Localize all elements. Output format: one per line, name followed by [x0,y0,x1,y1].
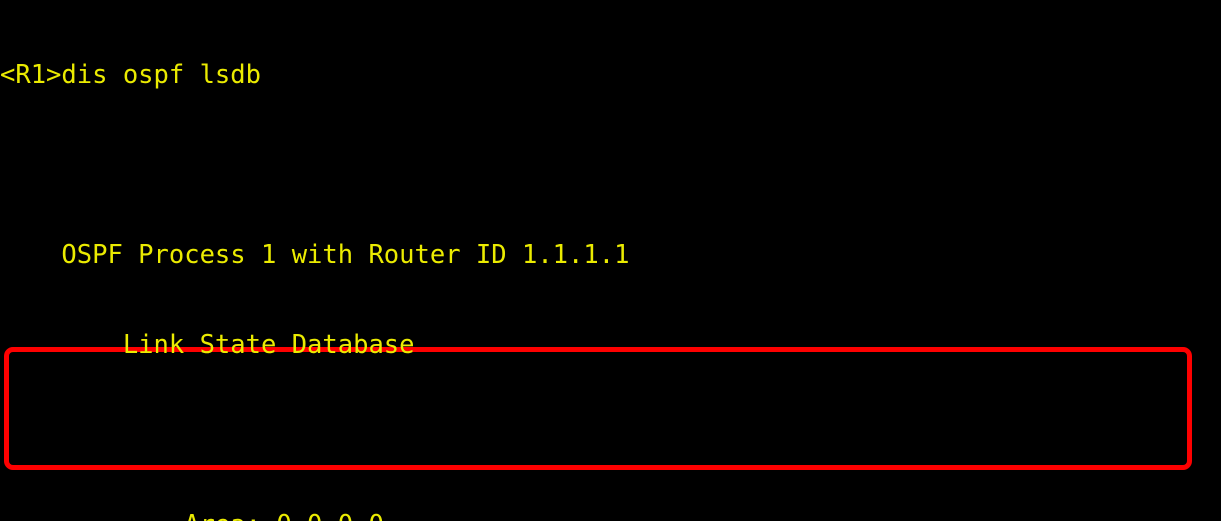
terminal-text-buffer: <R1>dis ospf lsdb OSPF Process 1 with Ro… [0,0,1221,521]
blank-line-2 [0,420,1221,450]
terminal-screen[interactable]: <R1>dis ospf lsdb OSPF Process 1 with Ro… [0,0,1221,521]
ospf-process-header: OSPF Process 1 with Router ID 1.1.1.1 [0,240,630,270]
blank-line-1 [0,150,1221,180]
area-line: Area: 0.0.0.0 [0,510,1221,521]
command-prompt-line[interactable]: <R1>dis ospf lsdb [0,60,1221,90]
link-state-database-title: Link State Database [0,330,415,360]
